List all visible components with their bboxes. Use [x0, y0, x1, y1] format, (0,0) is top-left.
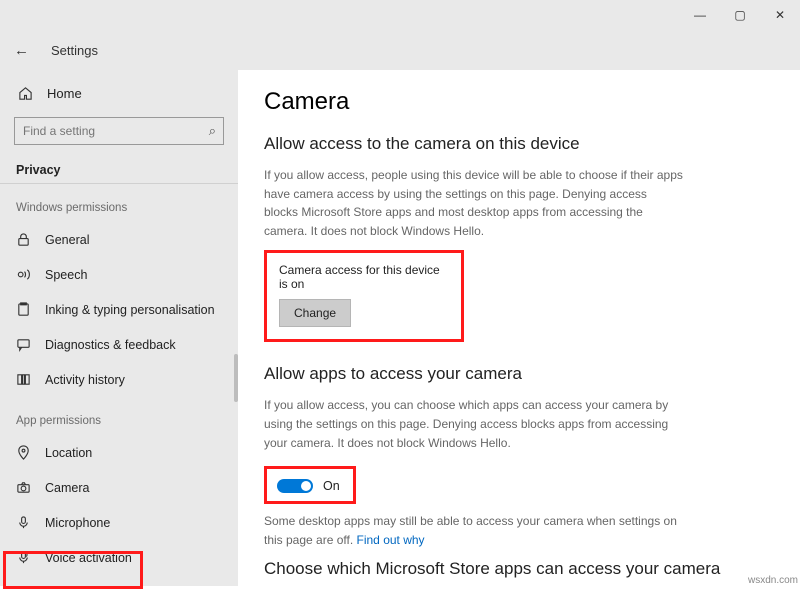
sidebar-item-label: General — [45, 233, 89, 247]
section-desc-apps-access: If you allow access, you can choose whic… — [264, 396, 684, 452]
search-icon: ⌕ — [209, 123, 216, 139]
device-access-status: Camera access for this device is on — [279, 263, 449, 291]
feedback-icon — [16, 337, 31, 352]
section-app-permissions: App permissions — [0, 397, 238, 435]
sidebar-item-inking[interactable]: Inking & typing personalisation — [0, 292, 238, 327]
sidebar-item-label: Microphone — [45, 516, 110, 530]
sidebar-item-general[interactable]: General — [0, 222, 238, 257]
home-icon — [18, 86, 33, 101]
sidebar-item-activity-history[interactable]: Activity history — [0, 362, 238, 397]
section-heading-store-apps: Choose which Microsoft Store apps can ac… — [264, 559, 778, 579]
sidebar-item-label: Speech — [45, 268, 87, 282]
sidebar-item-speech[interactable]: Speech — [0, 257, 238, 292]
sidebar-item-label: Inking & typing personalisation — [45, 303, 215, 317]
content-pane: Camera Allow access to the camera on thi… — [238, 70, 800, 586]
sidebar-item-microphone[interactable]: Microphone — [0, 505, 238, 540]
sidebar-item-voice-activation[interactable]: Voice activation — [0, 540, 238, 575]
section-desc-device-access: If you allow access, people using this d… — [264, 166, 684, 240]
voice-icon — [16, 550, 31, 565]
home-nav[interactable]: Home — [0, 78, 238, 109]
sidebar-item-label: Activity history — [45, 373, 125, 387]
section-heading-apps-access: Allow apps to access your camera — [264, 364, 778, 384]
search-box[interactable]: ⌕ — [14, 117, 224, 145]
section-windows-permissions: Windows permissions — [0, 184, 238, 222]
sidebar-item-label: Location — [45, 446, 92, 460]
sidebar-item-diagnostics[interactable]: Diagnostics & feedback — [0, 327, 238, 362]
watermark: wsxdn.com — [748, 575, 798, 586]
window-maximize-button[interactable]: ▢ — [720, 1, 760, 29]
sidebar-item-label: Voice activation — [45, 551, 132, 565]
section-heading-device-access: Allow access to the camera on this devic… — [264, 134, 778, 154]
sidebar-item-location[interactable]: Location — [0, 435, 238, 470]
highlight-border-change: Camera access for this device is on Chan… — [264, 250, 464, 342]
category-header-privacy: Privacy — [0, 153, 238, 183]
back-button[interactable]: ← — [10, 38, 33, 63]
find-out-why-link[interactable]: Find out why — [357, 533, 425, 547]
speech-icon — [16, 267, 31, 282]
home-label: Home — [47, 86, 82, 101]
highlight-border-toggle: On — [264, 466, 356, 504]
search-input[interactable] — [14, 117, 224, 145]
apps-access-toggle[interactable] — [277, 479, 313, 493]
page-title: Camera — [264, 88, 778, 116]
sidebar: Home ⌕ Privacy Windows permissions Gener… — [0, 70, 238, 586]
sidebar-item-label: Diagnostics & feedback — [45, 338, 176, 352]
camera-icon — [16, 480, 31, 495]
window-minimize-button[interactable]: — — [680, 1, 720, 29]
sidebar-item-camera[interactable]: Camera — [0, 470, 238, 505]
sidebar-item-label: Camera — [45, 481, 89, 495]
history-icon — [16, 372, 31, 387]
titlebar: — ▢ ✕ — [0, 0, 800, 30]
window-close-button[interactable]: ✕ — [760, 1, 800, 29]
change-button[interactable]: Change — [279, 299, 351, 327]
desktop-apps-note: Some desktop apps may still be able to a… — [264, 512, 684, 549]
lock-icon — [16, 232, 31, 247]
clipboard-icon — [16, 302, 31, 317]
location-icon — [16, 445, 31, 460]
microphone-icon — [16, 515, 31, 530]
app-title: Settings — [51, 43, 98, 58]
toggle-state-label: On — [323, 479, 340, 493]
app-header: ← Settings — [0, 30, 800, 70]
